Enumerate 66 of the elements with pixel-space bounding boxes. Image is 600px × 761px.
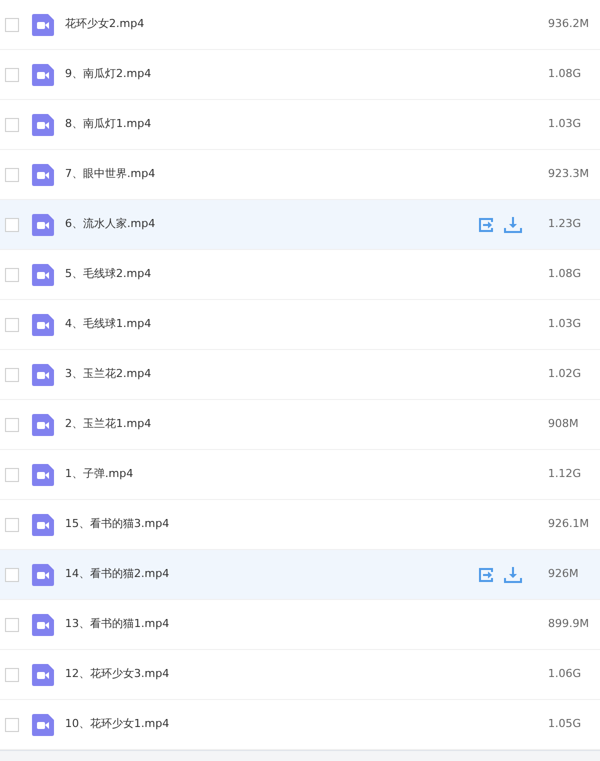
video-file-icon	[32, 414, 54, 436]
file-size: 1.08G	[548, 266, 582, 282]
file-size: 1.02G	[548, 366, 582, 382]
file-name[interactable]: 7、眼中世界.mp4	[65, 166, 548, 183]
video-file-icon	[32, 314, 54, 336]
file-size: 908M	[548, 416, 580, 432]
checkbox[interactable]	[5, 468, 19, 482]
video-file-icon	[32, 64, 54, 86]
file-name[interactable]: 8、南瓜灯1.mp4	[65, 116, 548, 133]
file-size: 1.03G	[548, 316, 582, 332]
file-row[interactable]: 6、流水人家.mp4 1.23G	[0, 200, 600, 250]
checkbox[interactable]	[5, 218, 19, 232]
checkbox[interactable]	[5, 18, 19, 32]
video-file-icon	[32, 264, 54, 286]
file-name[interactable]: 花环少女2.mp4	[65, 16, 548, 33]
file-size: 899.9M	[548, 616, 590, 632]
video-file-icon	[32, 714, 54, 736]
checkbox[interactable]	[5, 68, 19, 82]
video-file-icon	[32, 114, 54, 136]
checkbox[interactable]	[5, 518, 19, 532]
file-row[interactable]: 14、看书的猫2.mp4 926M	[0, 550, 600, 600]
file-size: 923.3M	[548, 166, 590, 182]
download-icon[interactable]	[504, 566, 522, 582]
file-name[interactable]: 5、毛线球2.mp4	[65, 266, 548, 283]
file-name[interactable]: 1、子弹.mp4	[65, 466, 548, 483]
file-name[interactable]: 6、流水人家.mp4	[65, 216, 478, 233]
file-name[interactable]: 13、看书的猫1.mp4	[65, 616, 548, 633]
file-size: 926M	[548, 566, 580, 582]
file-size: 1.06G	[548, 666, 582, 682]
share-icon[interactable]	[478, 216, 495, 232]
file-size: 926.1M	[548, 516, 590, 532]
checkbox[interactable]	[5, 568, 19, 582]
checkbox[interactable]	[5, 168, 19, 182]
file-name[interactable]: 10、花环少女1.mp4	[65, 716, 548, 733]
share-icon[interactable]	[478, 566, 495, 582]
file-name[interactable]: 15、看书的猫3.mp4	[65, 516, 548, 533]
video-file-icon	[32, 614, 54, 636]
video-file-icon	[32, 464, 54, 486]
checkbox[interactable]	[5, 118, 19, 132]
file-size: 1.03G	[548, 116, 582, 132]
file-name[interactable]: 2、玉兰花1.mp4	[65, 416, 548, 433]
video-file-icon	[32, 514, 54, 536]
video-file-icon	[32, 664, 54, 686]
file-size: 1.23G	[548, 216, 582, 232]
file-size: 1.08G	[548, 66, 582, 82]
file-name[interactable]: 9、南瓜灯2.mp4	[65, 66, 548, 83]
file-name[interactable]: 12、花环少女3.mp4	[65, 666, 548, 683]
checkbox[interactable]	[5, 668, 19, 682]
video-file-icon	[32, 14, 54, 36]
checkbox[interactable]	[5, 618, 19, 632]
video-file-icon	[32, 364, 54, 386]
checkbox[interactable]	[5, 368, 19, 382]
file-size: 1.05G	[548, 716, 582, 732]
download-icon[interactable]	[504, 216, 522, 232]
file-size: 1.12G	[548, 466, 582, 482]
checkbox[interactable]	[5, 718, 19, 732]
checkbox[interactable]	[5, 418, 19, 432]
video-file-icon	[32, 214, 54, 236]
checkbox[interactable]	[5, 268, 19, 282]
file-name[interactable]: 4、毛线球1.mp4	[65, 316, 548, 333]
checkbox[interactable]	[5, 318, 19, 332]
video-file-icon	[32, 564, 54, 586]
file-name[interactable]: 14、看书的猫2.mp4	[65, 566, 478, 583]
file-size: 936.2M	[548, 16, 590, 32]
video-file-icon	[32, 164, 54, 186]
file-name[interactable]: 3、玉兰花2.mp4	[65, 366, 548, 383]
